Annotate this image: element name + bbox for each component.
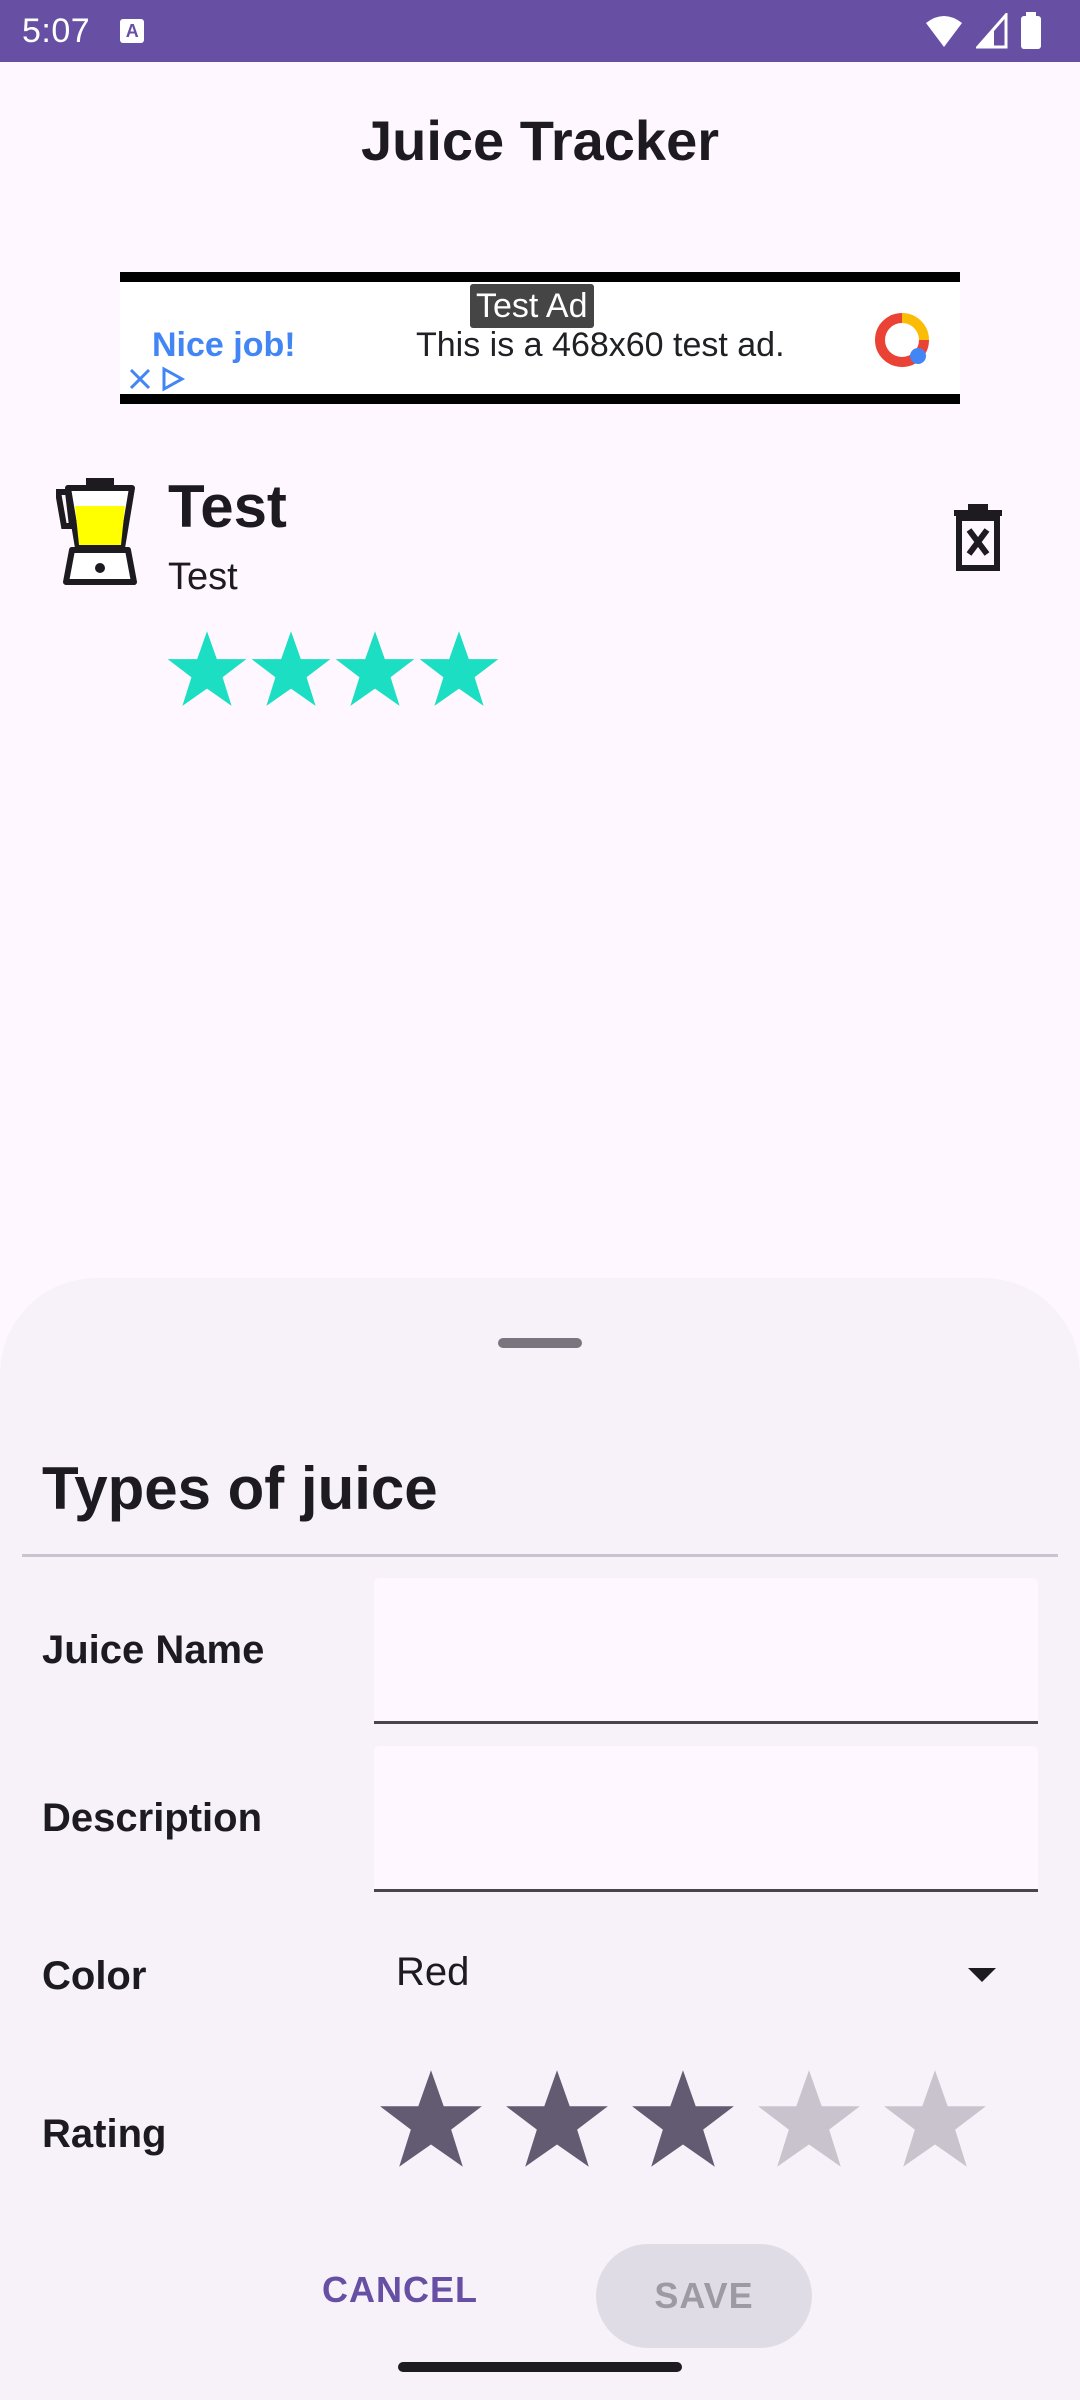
- bottom-sheet: Types of juice Juice Name Description Co…: [0, 1278, 1080, 2400]
- color-dropdown[interactable]: Red: [374, 1940, 1038, 2020]
- rating-label: Rating: [42, 2112, 167, 2156]
- cancel-button[interactable]: CANCEL: [300, 2240, 500, 2340]
- juice-description: Test: [168, 556, 238, 598]
- delete-icon[interactable]: [950, 502, 1006, 572]
- star-icon: [167, 631, 247, 706]
- screen: 5:07 A Juice Tracker Test Ad Nice job! T…: [0, 0, 1080, 2400]
- drag-handle[interactable]: [498, 1338, 582, 1348]
- juice-name: Test: [168, 473, 287, 540]
- description-label: Description: [42, 1796, 263, 1840]
- battery-icon: [1021, 12, 1041, 49]
- star-icon: [335, 631, 415, 706]
- rating-bar[interactable]: [378, 2066, 988, 2172]
- adchoices-icon[interactable]: [160, 366, 186, 392]
- color-label: Color: [42, 1954, 147, 1998]
- wifi-icon: [926, 16, 962, 47]
- divider: [22, 1554, 1058, 1557]
- juice-name-field[interactable]: [374, 1578, 1038, 1724]
- ad-logo-icon: [875, 313, 929, 367]
- description-field[interactable]: [374, 1746, 1038, 1892]
- status-time: 5:07: [22, 11, 91, 50]
- star-filled-icon[interactable]: [630, 2066, 736, 2172]
- save-button[interactable]: SAVE: [596, 2244, 812, 2348]
- ad-banner[interactable]: Test Ad Nice job! This is a 468x60 test …: [120, 272, 960, 404]
- close-icon[interactable]: [128, 367, 152, 391]
- dropdown-arrow-icon[interactable]: [968, 1968, 996, 1982]
- juice-rating: [166, 628, 500, 710]
- ad-headline[interactable]: Nice job!: [152, 326, 296, 365]
- color-selected-value: Red: [396, 1950, 470, 1994]
- text-a-icon: A: [120, 19, 145, 43]
- star-filled-icon[interactable]: [504, 2066, 610, 2172]
- list-item[interactable]: Test Test: [0, 460, 1080, 740]
- status-bar: 5:07 A: [0, 0, 1080, 62]
- ad-body[interactable]: This is a 468x60 test ad.: [416, 326, 785, 365]
- sheet-title: Types of juice: [42, 1455, 438, 1522]
- star-empty-icon[interactable]: [882, 2066, 988, 2172]
- page-title: Juice Tracker: [360, 109, 720, 172]
- star-empty-icon[interactable]: [756, 2066, 862, 2172]
- juice-blender-icon: [56, 478, 137, 585]
- juice-name-label: Juice Name: [42, 1628, 265, 1672]
- signal-icon: [976, 13, 1008, 49]
- ad-controls[interactable]: [124, 364, 190, 394]
- star-filled-icon[interactable]: [378, 2066, 484, 2172]
- star-icon: [419, 631, 499, 706]
- gesture-nav-bar[interactable]: [398, 2362, 682, 2372]
- ad-badge: Test Ad: [470, 284, 594, 328]
- status-icons: [924, 12, 1042, 50]
- star-icon: [251, 631, 331, 706]
